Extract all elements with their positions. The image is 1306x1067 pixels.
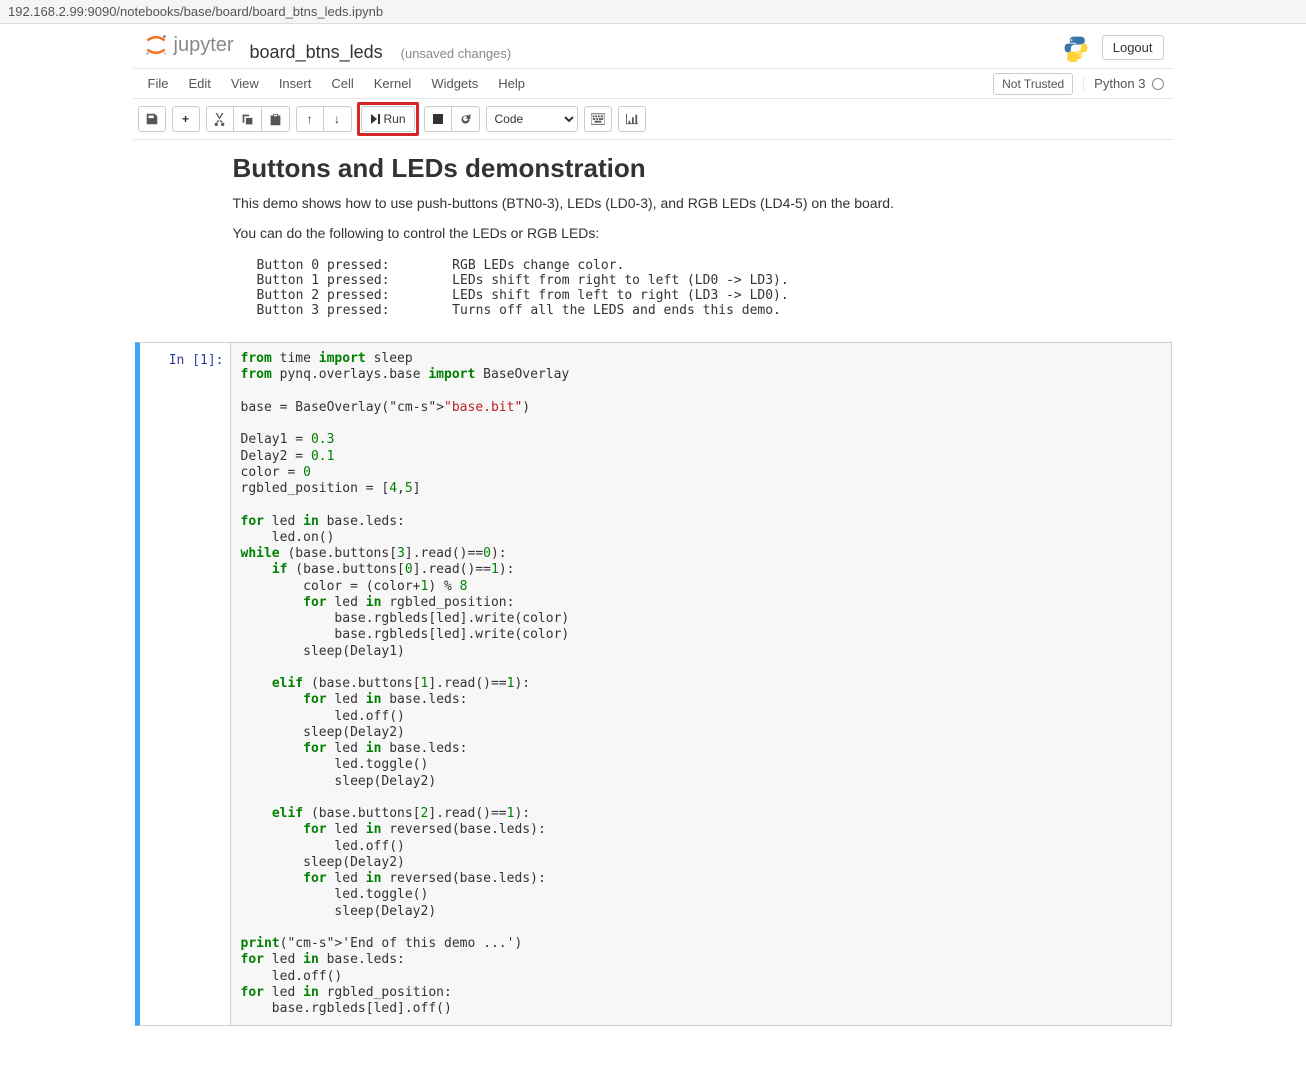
save-button[interactable] [138,106,166,132]
trust-button[interactable]: Not Trusted [993,73,1073,95]
cell-prompt: In [1]: [140,343,230,1025]
menu-widgets[interactable]: Widgets [421,69,488,98]
copy-button[interactable] [234,106,262,132]
logout-button[interactable]: Logout [1102,35,1164,60]
markdown-cell[interactable]: Buttons and LEDs demonstration This demo… [133,148,1174,334]
code-cell[interactable]: In [1]: from time import sleep from pynq… [135,342,1172,1026]
notebook-name[interactable]: board_btns_leds [250,42,383,63]
header: jupyter board_btns_leds (unsaved changes… [133,24,1174,69]
kernel-idle-icon [1152,78,1164,90]
cut-button[interactable] [206,106,234,132]
kernel-indicator[interactable]: Python 3 [1083,76,1163,91]
restart-icon [459,113,472,126]
plus-icon: + [182,112,189,126]
arrow-up-icon: ↑ [307,112,313,126]
run-button[interactable]: Run [361,106,415,132]
menu-kernel[interactable]: Kernel [364,69,422,98]
cell-type-select[interactable]: Code [486,106,578,132]
markdown-p1: This demo shows how to use push-buttons … [233,194,1174,214]
menu-edit[interactable]: Edit [178,69,220,98]
toolbar: + ↑ ↓ Run Code [133,99,1174,140]
url-bar[interactable]: 192.168.2.99:9090/notebooks/base/board/b… [0,0,1306,24]
interrupt-button[interactable] [424,106,452,132]
menubar: File Edit View Insert Cell Kernel Widget… [133,69,1174,99]
copy-icon [241,113,254,126]
jupyter-logo[interactable]: jupyter [143,32,234,58]
cell-toolbar-button[interactable] [618,106,646,132]
markdown-p2: You can do the following to control the … [233,224,1174,244]
paste-button[interactable] [262,106,290,132]
command-palette-button[interactable] [584,106,612,132]
jupyter-icon [143,32,169,58]
notebook-container: Buttons and LEDs demonstration This demo… [133,140,1174,1026]
url-text: 192.168.2.99:9090/notebooks/base/board/b… [8,4,383,19]
save-status: (unsaved changes) [401,46,512,61]
menu-file[interactable]: File [138,69,179,98]
move-up-button[interactable]: ↑ [296,106,324,132]
keyboard-icon [591,113,605,125]
markdown-title: Buttons and LEDs demonstration [233,153,1174,184]
chart-icon [625,113,639,125]
kernel-name-text: Python 3 [1094,76,1145,91]
menu-cell[interactable]: Cell [321,69,363,98]
python-icon [1062,34,1090,62]
jupyter-brand-text: jupyter [174,34,234,57]
insert-cell-button[interactable]: + [172,106,200,132]
move-down-button[interactable]: ↓ [324,106,352,132]
menu-view[interactable]: View [221,69,269,98]
code-input[interactable]: from time import sleep from pynq.overlay… [230,343,1171,1025]
run-icon [370,114,380,124]
menu-help[interactable]: Help [488,69,535,98]
restart-button[interactable] [452,106,480,132]
menu-insert[interactable]: Insert [269,69,322,98]
cut-icon [213,113,226,126]
run-label: Run [384,112,406,126]
paste-icon [269,113,282,126]
stop-icon [433,114,443,124]
markdown-pre: Button 0 pressed: RGB LEDs change color.… [233,253,1174,323]
arrow-down-icon: ↓ [334,112,340,126]
save-icon [145,112,159,126]
